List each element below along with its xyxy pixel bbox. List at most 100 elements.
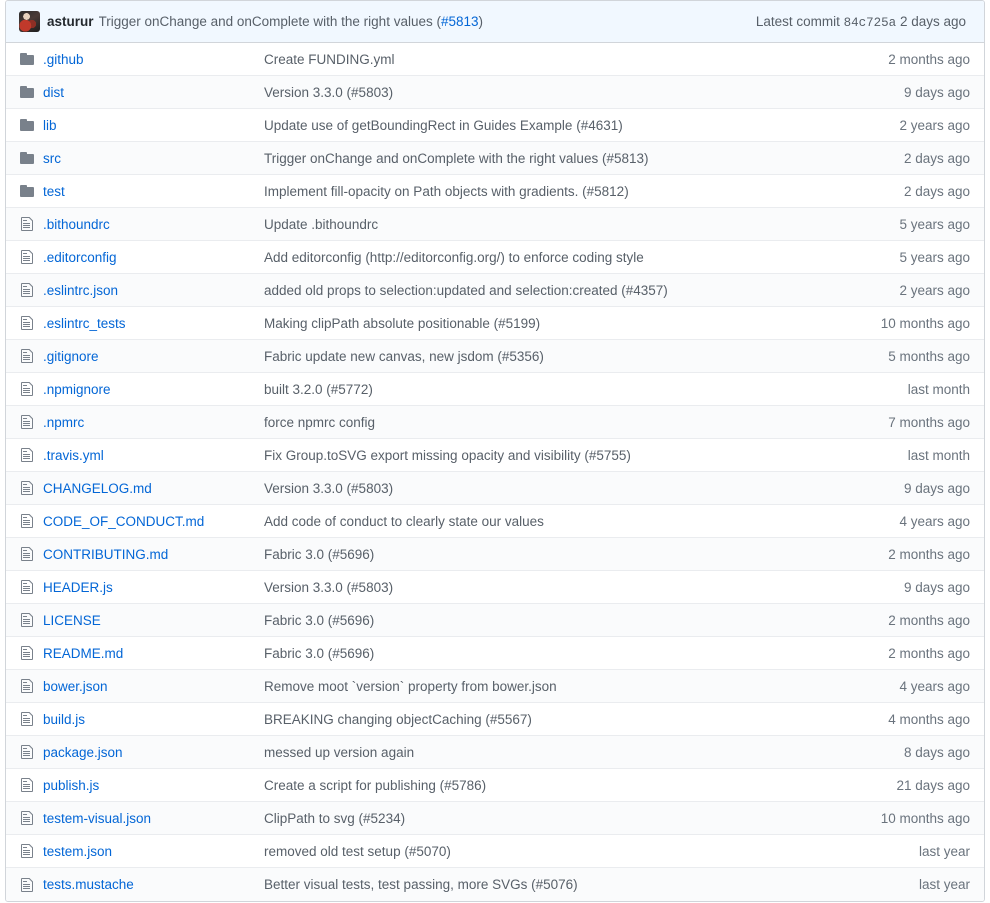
commit-message-cell[interactable]: Version 3.3.0 (#5803) (264, 580, 834, 595)
file-name-cell: CHANGELOG.md (37, 481, 264, 496)
file-name-link[interactable]: HEADER.js (43, 580, 113, 595)
file-name-link[interactable]: .eslintrc.json (43, 283, 118, 298)
commit-message-cell[interactable]: Fabric update new canvas, new jsdom (#53… (264, 349, 834, 364)
table-row[interactable]: publish.js Create a script for publishin… (6, 769, 984, 802)
commit-age-cell: 2 months ago (834, 547, 984, 562)
file-name-link[interactable]: package.json (43, 745, 123, 760)
file-name-link[interactable]: LICENSE (43, 613, 101, 628)
file-name-link[interactable]: CONTRIBUTING.md (43, 547, 168, 562)
commit-message-cell[interactable]: Version 3.3.0 (#5803) (264, 85, 834, 100)
file-name-link[interactable]: README.md (43, 646, 123, 661)
table-row[interactable]: .npmrc force npmrc config 7 months ago (6, 406, 984, 439)
file-name-link[interactable]: .github (43, 52, 84, 67)
table-row[interactable]: .eslintrc_tests Making clipPath absolute… (6, 307, 984, 340)
commit-message-cell[interactable]: Add code of conduct to clearly state our… (264, 514, 834, 529)
file-name-link[interactable]: testem-visual.json (43, 811, 151, 826)
table-row[interactable]: test Implement fill-opacity on Path obje… (6, 175, 984, 208)
table-row[interactable]: lib Update use of getBoundingRect in Gui… (6, 109, 984, 142)
file-name-cell: .gitignore (37, 349, 264, 364)
table-row[interactable]: src Trigger onChange and onComplete with… (6, 142, 984, 175)
file-icon (19, 348, 37, 364)
table-row[interactable]: .eslintrc.json added old props to select… (6, 274, 984, 307)
table-row[interactable]: .gitignore Fabric update new canvas, new… (6, 340, 984, 373)
commit-age: 2 days ago (900, 14, 966, 29)
table-row[interactable]: .travis.yml Fix Group.toSVG export missi… (6, 439, 984, 472)
commit-message-cell[interactable]: Version 3.3.0 (#5803) (264, 481, 834, 496)
table-row[interactable]: CODE_OF_CONDUCT.md Add code of conduct t… (6, 505, 984, 538)
table-row[interactable]: .editorconfig Add editorconfig (http://e… (6, 241, 984, 274)
file-name-link[interactable]: publish.js (43, 778, 99, 793)
commit-message-cell[interactable]: built 3.2.0 (#5772) (264, 382, 834, 397)
file-icon (19, 744, 37, 760)
file-icon (19, 877, 37, 893)
pull-request-link[interactable]: #5813 (441, 14, 479, 29)
commit-age-cell: last month (834, 382, 984, 397)
table-row[interactable]: .github Create FUNDING.yml 2 months ago (6, 43, 984, 76)
commit-message-cell[interactable]: Create a script for publishing (#5786) (264, 778, 834, 793)
latest-commit-header: asturur Trigger onChange and onComplete … (6, 1, 984, 43)
file-name-cell: README.md (37, 646, 264, 661)
file-name-link[interactable]: .editorconfig (43, 250, 117, 265)
file-name-link[interactable]: dist (43, 85, 64, 100)
file-name-link[interactable]: .npmrc (43, 415, 84, 430)
file-name-cell: CODE_OF_CONDUCT.md (37, 514, 264, 529)
commit-message-cell[interactable]: Making clipPath absolute positionable (#… (264, 316, 834, 331)
table-row[interactable]: README.md Fabric 3.0 (#5696) 2 months ag… (6, 637, 984, 670)
file-name-link[interactable]: .bithoundrc (43, 217, 110, 232)
commit-message-cell[interactable]: added old props to selection:updated and… (264, 283, 834, 298)
commit-message-cell[interactable]: Add editorconfig (http://editorconfig.or… (264, 250, 834, 265)
file-name-cell: testem.json (37, 844, 264, 859)
table-row[interactable]: HEADER.js Version 3.3.0 (#5803) 9 days a… (6, 571, 984, 604)
table-row[interactable]: LICENSE Fabric 3.0 (#5696) 2 months ago (6, 604, 984, 637)
file-name-link[interactable]: testem.json (43, 844, 112, 859)
table-row[interactable]: testem-visual.json ClipPath to svg (#523… (6, 802, 984, 835)
commit-message-cell[interactable]: Fabric 3.0 (#5696) (264, 613, 834, 628)
file-name-link[interactable]: bower.json (43, 679, 108, 694)
commit-message-cell[interactable]: Fabric 3.0 (#5696) (264, 646, 834, 661)
commit-message-cell[interactable]: Update use of getBoundingRect in Guides … (264, 118, 834, 133)
table-row[interactable]: CONTRIBUTING.md Fabric 3.0 (#5696) 2 mon… (6, 538, 984, 571)
table-row[interactable]: dist Version 3.3.0 (#5803) 9 days ago (6, 76, 984, 109)
file-name-cell: LICENSE (37, 613, 264, 628)
file-name-link[interactable]: CODE_OF_CONDUCT.md (43, 514, 204, 529)
file-name-link[interactable]: src (43, 151, 61, 166)
commit-message-cell[interactable]: Remove moot `version` property from bowe… (264, 679, 834, 694)
file-name-cell: publish.js (37, 778, 264, 793)
commit-message-cell[interactable]: Create FUNDING.yml (264, 52, 834, 67)
table-row[interactable]: tests.mustache Better visual tests, test… (6, 868, 984, 901)
commit-message-cell[interactable]: Update .bithoundrc (264, 217, 834, 232)
file-icon (19, 612, 37, 628)
file-name-link[interactable]: .eslintrc_tests (43, 316, 126, 331)
commit-message-cell[interactable]: removed old test setup (#5070) (264, 844, 834, 859)
commit-sha-link[interactable]: 84c725a (844, 16, 897, 30)
commit-message-cell[interactable]: Implement fill-opacity on Path objects w… (264, 184, 834, 199)
avatar[interactable] (19, 11, 40, 32)
table-row[interactable]: testem.json removed old test setup (#507… (6, 835, 984, 868)
commit-author-link[interactable]: asturur (47, 14, 94, 29)
file-name-link[interactable]: CHANGELOG.md (43, 481, 152, 496)
file-name-link[interactable]: test (43, 184, 65, 199)
commit-message-cell[interactable]: ClipPath to svg (#5234) (264, 811, 834, 826)
commit-message-cell[interactable]: force npmrc config (264, 415, 834, 430)
file-name-link[interactable]: lib (43, 118, 57, 133)
commit-message-cell[interactable]: messed up version again (264, 745, 834, 760)
table-row[interactable]: CHANGELOG.md Version 3.3.0 (#5803) 9 day… (6, 472, 984, 505)
file-name-link[interactable]: build.js (43, 712, 85, 727)
file-name-link[interactable]: .gitignore (43, 349, 99, 364)
table-row[interactable]: .bithoundrc Update .bithoundrc 5 years a… (6, 208, 984, 241)
commit-message-cell[interactable]: Fix Group.toSVG export missing opacity a… (264, 448, 834, 463)
commit-message-cell[interactable]: Trigger onChange and onComplete with the… (264, 151, 834, 166)
table-row[interactable]: bower.json Remove moot `version` propert… (6, 670, 984, 703)
commit-age-cell: 7 months ago (834, 415, 984, 430)
table-row[interactable]: package.json messed up version again 8 d… (6, 736, 984, 769)
table-row[interactable]: build.js BREAKING changing objectCaching… (6, 703, 984, 736)
file-name-link[interactable]: .npmignore (43, 382, 111, 397)
file-icon (19, 843, 37, 859)
file-name-cell: testem-visual.json (37, 811, 264, 826)
commit-message-cell[interactable]: BREAKING changing objectCaching (#5567) (264, 712, 834, 727)
commit-message-cell[interactable]: Fabric 3.0 (#5696) (264, 547, 834, 562)
table-row[interactable]: .npmignore built 3.2.0 (#5772) last mont… (6, 373, 984, 406)
file-name-link[interactable]: .travis.yml (43, 448, 104, 463)
file-name-link[interactable]: tests.mustache (43, 877, 134, 892)
commit-message-cell[interactable]: Better visual tests, test passing, more … (264, 877, 834, 892)
